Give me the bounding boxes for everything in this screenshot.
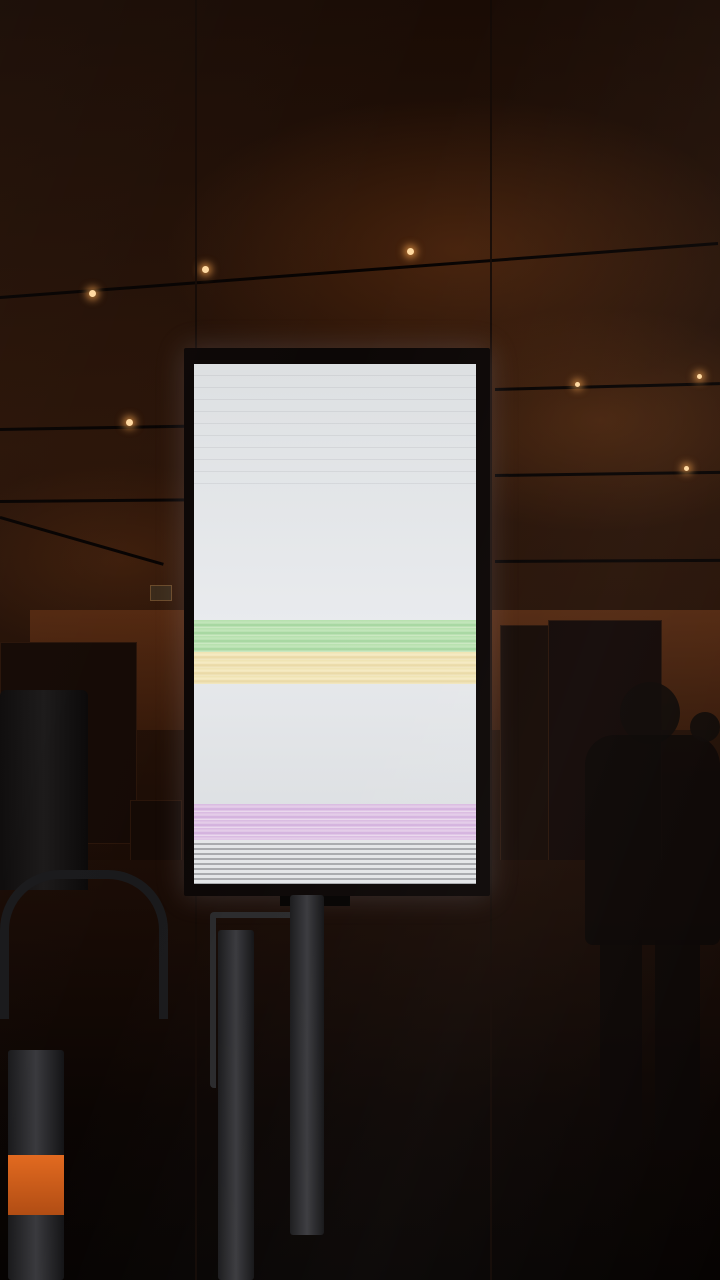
store-photo-scene	[0, 0, 720, 1280]
screen-dark-line-glitch	[194, 840, 476, 884]
spotlight	[126, 419, 133, 426]
spotlight	[407, 248, 414, 255]
exit-sign	[150, 585, 172, 601]
orange-sticker	[8, 1155, 64, 1215]
security-gate-post-left	[218, 930, 254, 1280]
person-reflection-body	[585, 735, 720, 945]
screen-faint-lines	[194, 364, 476, 484]
clothes-rack	[0, 870, 168, 1019]
glitched-screen	[194, 364, 476, 884]
digital-signage-monitor	[184, 348, 490, 896]
glass-pane-edge	[490, 0, 492, 1280]
hanging-clothes	[0, 690, 88, 890]
security-gate-post-right	[290, 895, 324, 1235]
spotlight	[575, 382, 580, 387]
spotlight	[202, 266, 209, 273]
screen-yellow-glitch-band	[194, 652, 476, 684]
screen-green-glitch-band	[194, 620, 476, 652]
spotlight	[697, 374, 702, 379]
spotlight	[89, 290, 96, 297]
person-reflection-leg-left	[600, 940, 642, 1140]
second-person-head	[690, 712, 720, 742]
person-reflection-leg-right	[655, 940, 700, 1150]
spotlight	[684, 466, 689, 471]
screen-purple-glitch-band	[194, 804, 476, 840]
